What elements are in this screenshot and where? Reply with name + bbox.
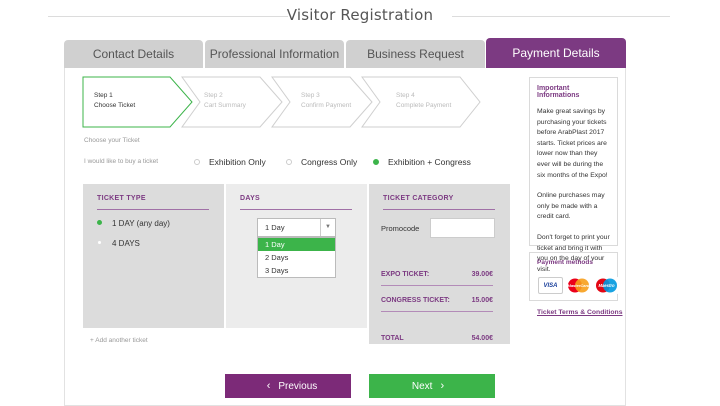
tab-payment-details[interactable]: Payment Details bbox=[486, 38, 626, 68]
page-header: Visitor Registration bbox=[0, 0, 720, 34]
step-1: Step 1 Choose Ticket bbox=[94, 91, 135, 111]
total-price: 54.00€ bbox=[471, 335, 493, 342]
step-4: Step 4 Complete Payment bbox=[396, 91, 451, 111]
promocode-label: Promocode bbox=[381, 224, 420, 233]
step-2-label: Cart Summary bbox=[204, 102, 246, 109]
mastercard-wordmark: MasterCard bbox=[567, 283, 590, 288]
info-heading: Important Informations bbox=[537, 85, 580, 99]
congress-ticket-label: CONGRESS TICKET: bbox=[381, 297, 450, 304]
radio-label: Exhibition Only bbox=[209, 157, 266, 167]
next-label: Next bbox=[411, 381, 433, 392]
radio-label: 1 DAY (any day) bbox=[112, 219, 170, 228]
page-title: Visitor Registration bbox=[286, 6, 434, 24]
step-1-label: Choose Ticket bbox=[94, 102, 136, 109]
row-divider bbox=[381, 285, 493, 286]
tab-contact-details[interactable]: Contact Details bbox=[64, 40, 203, 68]
row-divider bbox=[381, 311, 493, 312]
step-2-number: Step 2 bbox=[204, 92, 223, 99]
step-3-label: Confirm Payment bbox=[301, 102, 352, 109]
promocode-input[interactable] bbox=[430, 218, 495, 238]
maestro-icon: Maestro bbox=[594, 277, 619, 294]
ticket-category-panel: TICKET CATEGORY bbox=[369, 184, 510, 344]
chevron-down-icon: ▼ bbox=[320, 219, 335, 236]
days-option-2[interactable]: 2 Days bbox=[258, 251, 335, 264]
maestro-wordmark: Maestro bbox=[598, 283, 614, 288]
important-info-box: Important Informations Make great saving… bbox=[529, 77, 618, 273]
registration-tabs: Contact Details Professional Information… bbox=[64, 38, 626, 68]
payment-methods-box: Payment methods VISA MasterCard Maestro bbox=[529, 252, 619, 301]
radio-indicator bbox=[97, 240, 102, 246]
days-dropdown: 1 Day 2 Days 3 Days bbox=[257, 237, 336, 278]
step-3: Step 3 Confirm Payment bbox=[301, 91, 351, 111]
info-paragraph-1: Make great savings by purchasing your ti… bbox=[537, 108, 608, 179]
title-divider-right bbox=[452, 16, 670, 17]
choose-ticket-prompt: I would like to buy a ticket bbox=[84, 158, 159, 165]
ticket-type-panel: TICKET TYPE 1 DAY (any day) 4 DAYS bbox=[83, 184, 224, 328]
step-4-label: Complete Payment bbox=[396, 102, 452, 109]
chevron-right-icon: › bbox=[440, 380, 445, 392]
panel-divider bbox=[97, 209, 209, 210]
expo-ticket-label: EXPO TICKET: bbox=[381, 271, 430, 278]
ticket-terms-link[interactable]: Ticket Terms & Conditions bbox=[537, 309, 622, 316]
tab-business-request[interactable]: Business Request bbox=[346, 40, 485, 68]
days-heading: DAYS bbox=[240, 195, 261, 202]
chevron-left-icon: ‹ bbox=[266, 380, 271, 392]
days-select[interactable]: 1 Day ▼ bbox=[257, 218, 336, 237]
previous-label: Previous bbox=[278, 381, 318, 392]
radio-indicator bbox=[286, 158, 292, 165]
tab-professional-information[interactable]: Professional Information bbox=[205, 40, 344, 68]
visa-icon: VISA bbox=[538, 277, 563, 294]
step-4-number: Step 4 bbox=[396, 92, 415, 99]
payment-cards: VISA MasterCard Maestro bbox=[538, 277, 619, 297]
next-button[interactable]: Next › bbox=[369, 374, 495, 398]
radio-1-day[interactable]: 1 DAY (any day) bbox=[97, 219, 170, 228]
choose-ticket-heading: Choose your Ticket bbox=[84, 137, 140, 144]
days-option-1[interactable]: 1 Day bbox=[258, 238, 335, 251]
step-3-number: Step 3 bbox=[301, 92, 320, 99]
radio-4-days[interactable]: 4 DAYS bbox=[97, 239, 140, 248]
radio-indicator-selected bbox=[97, 220, 102, 226]
days-select-value: 1 Day bbox=[265, 223, 285, 232]
congress-ticket-row: CONGRESS TICKET: 15.00€ bbox=[381, 297, 493, 304]
checkout-steps: Step 1 Choose Ticket Step 2 Cart Summary… bbox=[82, 76, 482, 128]
add-another-ticket-link[interactable]: + Add another ticket bbox=[90, 337, 148, 344]
panel-divider bbox=[383, 209, 495, 210]
total-label: TOTAL bbox=[381, 335, 404, 342]
info-paragraph-2: Online purchases may only be made with a… bbox=[537, 192, 605, 221]
ticket-type-heading: TICKET TYPE bbox=[97, 195, 146, 202]
radio-exhibition-congress[interactable]: Exhibition + Congress bbox=[373, 157, 471, 167]
radio-label: Congress Only bbox=[301, 157, 358, 167]
expo-ticket-price: 39.00€ bbox=[471, 271, 493, 278]
payment-methods-heading: Payment methods bbox=[537, 259, 593, 266]
radio-indicator-selected bbox=[373, 158, 379, 165]
total-row: TOTAL 54.00€ bbox=[381, 335, 493, 342]
radio-label: 4 DAYS bbox=[112, 239, 140, 248]
step-1-number: Step 1 bbox=[94, 92, 113, 99]
panel-divider bbox=[240, 209, 352, 210]
expo-ticket-row: EXPO TICKET: 39.00€ bbox=[381, 271, 493, 278]
radio-label: Exhibition + Congress bbox=[388, 157, 471, 167]
mastercard-icon: MasterCard bbox=[566, 277, 591, 294]
radio-exhibition-only[interactable]: Exhibition Only bbox=[194, 157, 266, 167]
step-2: Step 2 Cart Summary bbox=[204, 91, 246, 111]
radio-indicator bbox=[194, 158, 200, 165]
radio-congress-only[interactable]: Congress Only bbox=[286, 157, 357, 167]
ticket-category-heading: TICKET CATEGORY bbox=[383, 195, 454, 202]
previous-button[interactable]: ‹ Previous bbox=[225, 374, 351, 398]
days-option-3[interactable]: 3 Days bbox=[258, 264, 335, 277]
congress-ticket-price: 15.00€ bbox=[471, 297, 493, 304]
